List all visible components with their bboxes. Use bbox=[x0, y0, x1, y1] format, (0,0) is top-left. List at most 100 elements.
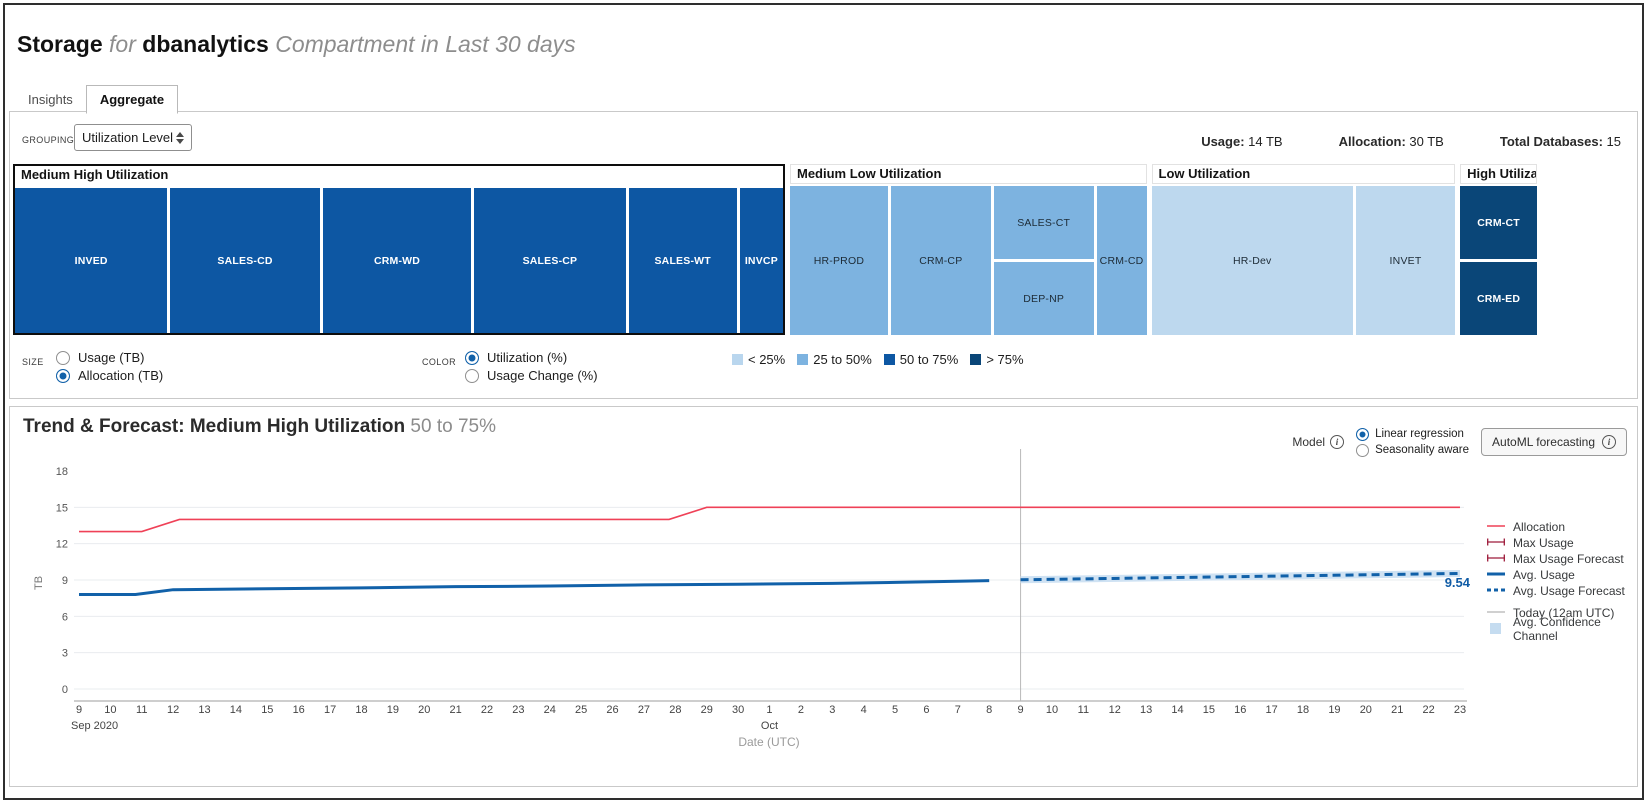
title-compartment-name: dbanalytics bbox=[142, 31, 269, 57]
svg-text:11: 11 bbox=[136, 704, 147, 716]
treemap-cell-invet[interactable]: INVET bbox=[1355, 186, 1456, 335]
svg-text:6: 6 bbox=[923, 704, 929, 716]
treemap-cell-sales-cd[interactable]: SALES-CD bbox=[170, 188, 320, 333]
legend-color-swatch bbox=[797, 354, 809, 365]
treemap-cell-sales-cp[interactable]: SALES-CP bbox=[474, 188, 626, 333]
svg-text:15: 15 bbox=[56, 502, 68, 514]
svg-text:12: 12 bbox=[167, 704, 179, 716]
svg-text:19: 19 bbox=[1328, 704, 1340, 716]
tab-insights[interactable]: Insights bbox=[15, 86, 86, 113]
treemap: Medium High Utilization INVED SALES-CD CRM… bbox=[13, 164, 1537, 335]
svg-text:27: 27 bbox=[638, 704, 650, 716]
svg-text:22: 22 bbox=[481, 704, 493, 716]
radio-model-linear-regression[interactable]: Linear regression bbox=[1356, 427, 1469, 441]
treemap-group-low-utilization[interactable]: Low Utilization HR-Dev INVET bbox=[1151, 164, 1456, 335]
treemap-cell-crm-wd[interactable]: CRM-WD bbox=[322, 188, 472, 333]
treemap-group-cells: INVED SALES-CD CRM-WD SALES-CP SALES-WT INVCP bbox=[15, 188, 783, 333]
grouping-select[interactable]: Utilization Level bbox=[74, 124, 192, 151]
svg-text:Oct: Oct bbox=[761, 720, 778, 732]
trend-chart: 0369121518TB9 10 11 12 13 14 15 16 17 18 19 20 21 22 2… bbox=[33, 449, 1467, 749]
svg-text:0: 0 bbox=[62, 684, 68, 696]
chart-legend-item-avg-usage[interactable]: Avg. Usage bbox=[1486, 568, 1637, 583]
treemap-group-title: High Utilizat... bbox=[1460, 164, 1537, 184]
avg-usage-swatch-icon bbox=[1486, 568, 1506, 583]
treemap-group-cells: HR-PROD CRM-CP SALES-CT DEP-NP CRM-CD bbox=[789, 186, 1147, 335]
size-label: SIZE bbox=[22, 357, 44, 367]
chart-legend-item-max-usage[interactable]: Max Usage bbox=[1486, 536, 1637, 550]
treemap-cell-hr-prod[interactable]: HR-PROD bbox=[789, 186, 888, 335]
treemap-cell-hr-dev[interactable]: HR-Dev bbox=[1151, 186, 1353, 335]
utilization-legend-item-75: > 75% bbox=[970, 352, 1024, 367]
svg-text:9: 9 bbox=[1018, 704, 1024, 716]
svg-text:7: 7 bbox=[955, 704, 961, 716]
svg-text:18: 18 bbox=[56, 466, 68, 478]
page-title: Storage for dbanalytics Compartment in L… bbox=[17, 31, 576, 58]
summary-stats: Usage: 14 TB Allocation: 30 TB Total Datab… bbox=[1201, 134, 1621, 149]
treemap-group-high-utilizat[interactable]: High Utilizat... CRM-CTCRM-ED bbox=[1460, 164, 1537, 335]
today-12am-utc-swatch-icon bbox=[1486, 606, 1506, 621]
radio-color-utilization[interactable]: Utilization (%) bbox=[465, 350, 598, 365]
legend-color-swatch bbox=[970, 354, 982, 365]
chart-legend-item-max-usage-forecast[interactable]: Max Usage Forecast bbox=[1486, 552, 1637, 567]
svg-text:18: 18 bbox=[355, 704, 367, 716]
chart-legend-item-avg-usage-forecast[interactable]: Avg. Usage Forecast bbox=[1486, 584, 1637, 599]
radio-color-usage-change-circle bbox=[465, 368, 479, 383]
tab-aggregate[interactable]: Aggregate bbox=[85, 85, 179, 114]
svg-text:16: 16 bbox=[1234, 704, 1246, 716]
radio-size-usage-tb[interactable]: Usage (TB) bbox=[56, 350, 163, 365]
radio-color-usage-change[interactable]: Usage Change (%) bbox=[465, 368, 598, 383]
grouping-select-value: Utilization Level bbox=[82, 130, 174, 145]
treemap-cell-crm-ct[interactable]: CRM-CT bbox=[1460, 186, 1537, 259]
svg-text:26: 26 bbox=[606, 704, 618, 716]
treemap-cell-stack: SALES-CT DEP-NP bbox=[993, 186, 1094, 335]
svg-text:18: 18 bbox=[1297, 704, 1309, 716]
svg-text:16: 16 bbox=[293, 704, 305, 716]
svg-text:20: 20 bbox=[418, 704, 430, 716]
treemap-cell-crm-cp[interactable]: CRM-CP bbox=[890, 186, 991, 335]
treemap-group-cells: HR-Dev INVET bbox=[1151, 186, 1456, 335]
svg-text:30: 30 bbox=[732, 704, 744, 716]
allocation-swatch-icon bbox=[1486, 520, 1506, 535]
svg-text:12: 12 bbox=[56, 539, 68, 551]
svg-text:12: 12 bbox=[1109, 704, 1121, 716]
treemap-cell-sales-ct[interactable]: SALES-CT bbox=[993, 186, 1094, 259]
svg-text:Sep 2020: Sep 2020 bbox=[71, 720, 118, 732]
svg-text:17: 17 bbox=[324, 704, 336, 716]
radio-size-allocation-tb[interactable]: Allocation (TB) bbox=[56, 368, 163, 383]
treemap-cell-sales-wt[interactable]: SALES-WT bbox=[628, 188, 737, 333]
svg-text:23: 23 bbox=[1454, 704, 1466, 716]
svg-text:2: 2 bbox=[798, 704, 804, 716]
forecast-value-label: 9.54 bbox=[1444, 575, 1470, 590]
svg-text:28: 28 bbox=[669, 704, 681, 716]
treemap-cell-inved[interactable]: INVED bbox=[15, 188, 168, 333]
chart-legend: Allocation Max Usage Max Usage Forecast … bbox=[1486, 520, 1637, 643]
svg-text:15: 15 bbox=[261, 704, 273, 716]
svg-text:19: 19 bbox=[387, 704, 399, 716]
max-usage-forecast-swatch-icon bbox=[1486, 552, 1506, 567]
treemap-group-medium-high-utilization[interactable]: Medium High Utilization INVED SALES-CD CRM… bbox=[13, 164, 785, 335]
utilization-legend-item-25-to-50: 25 to 50% bbox=[797, 352, 872, 367]
chart-legend-item-allocation[interactable]: Allocation bbox=[1486, 520, 1637, 535]
color-label: COLOR bbox=[422, 357, 457, 367]
svg-text:10: 10 bbox=[1046, 704, 1058, 716]
svg-text:22: 22 bbox=[1422, 704, 1434, 716]
trend-title-main: Trend & Forecast: Medium High Utilizatio… bbox=[23, 416, 406, 437]
svg-text:6: 6 bbox=[62, 611, 68, 623]
treemap-group-medium-low-utilization[interactable]: Medium Low Utilization HR-PROD CRM-CP SALE… bbox=[789, 164, 1147, 335]
treemap-group-title: Medium High Utilization bbox=[15, 166, 783, 186]
select-chevrons-icon bbox=[176, 131, 184, 144]
title-suffix: Compartment in Last 30 days bbox=[275, 31, 576, 57]
treemap-cell-crm-ed[interactable]: CRM-ED bbox=[1460, 262, 1537, 335]
svg-text:14: 14 bbox=[1171, 704, 1183, 716]
chart-legend-item-avg-confidence-channel[interactable]: Avg. Confidence Channel bbox=[1486, 615, 1637, 643]
grouping-label: GROUPING bbox=[22, 135, 75, 145]
stat-allocation: Allocation: 30 TB bbox=[1338, 134, 1444, 149]
svg-text:13: 13 bbox=[198, 704, 210, 716]
avg-usage-forecast-swatch-icon bbox=[1486, 584, 1506, 599]
treemap-cell-crm-cd[interactable]: CRM-CD bbox=[1096, 186, 1147, 335]
utilization-legend: < 25% 25 to 50% 50 to 75% > 75% bbox=[732, 352, 1024, 367]
treemap-cell-dep-np[interactable]: DEP-NP bbox=[993, 262, 1094, 335]
radio-color-utilization-circle bbox=[465, 350, 479, 365]
treemap-cell-invcp[interactable]: INVCP bbox=[739, 188, 783, 333]
treemap-group-title: Low Utilization bbox=[1151, 164, 1456, 184]
